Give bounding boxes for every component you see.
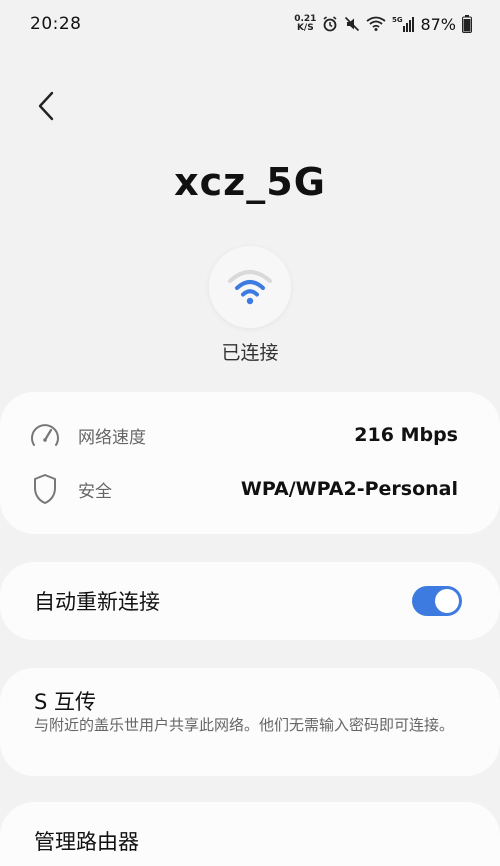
manage-router-label: 管理路由器: [34, 830, 139, 854]
security-value: WPA/WPA2-Personal: [240, 478, 458, 500]
battery-icon: [462, 15, 472, 33]
auto-reconnect-toggle[interactable]: [412, 586, 462, 616]
connection-status: 已连接: [221, 342, 279, 364]
security-label: 安全: [78, 481, 112, 502]
shield-icon: [28, 472, 62, 506]
chevron-left-icon: [37, 91, 55, 121]
svg-text:5G: 5G: [392, 16, 403, 24]
mute-icon: [344, 16, 360, 32]
back-button[interactable]: [26, 86, 66, 126]
net-speed-icon: 0.21 K/S: [294, 15, 316, 33]
quick-share-title: S 互传: [34, 690, 97, 714]
alarm-icon: [322, 16, 338, 32]
status-time: 20:28: [30, 14, 82, 34]
speedometer-icon: [28, 418, 62, 452]
auto-reconnect-label: 自动重新连接: [34, 590, 160, 614]
speed-row: 网络速度 216 Mbps: [0, 410, 500, 460]
security-row: 安全 WPA/WPA2-Personal: [0, 464, 500, 514]
quick-share-description: 与附近的盖乐世用户共享此网络。他们无需输入密码即可连接。: [34, 716, 455, 734]
wifi-status-icon: [366, 16, 386, 32]
net-speed-unit: K/S: [296, 23, 314, 33]
network-info-card: 网络速度 216 Mbps 安全 WPA/WPA2-Personal: [0, 392, 500, 534]
speed-label: 网络速度: [78, 427, 146, 448]
wifi-icon: [226, 267, 274, 307]
wifi-status-badge: [209, 246, 291, 328]
speed-value: 216 Mbps: [354, 424, 458, 446]
status-icons: 0.21 K/S 5G 87%: [294, 12, 472, 36]
toggle-knob: [435, 589, 459, 613]
network-name-title: xcz_5G: [174, 160, 326, 204]
auto-reconnect-card[interactable]: 自动重新连接: [0, 562, 500, 640]
5g-signal-icon: 5G: [392, 15, 415, 33]
battery-percent: 87%: [420, 14, 456, 34]
manage-router-card[interactable]: 管理路由器: [0, 802, 500, 866]
status-bar: 20:28 0.21 K/S 5G 87%: [0, 0, 500, 48]
quick-share-card[interactable]: S 互传 与附近的盖乐世用户共享此网络。他们无需输入密码即可连接。: [0, 668, 500, 776]
wifi-detail-screen: 20:28 0.21 K/S 5G 87% xcz_5G 已连接 网络速度 21…: [0, 0, 500, 866]
